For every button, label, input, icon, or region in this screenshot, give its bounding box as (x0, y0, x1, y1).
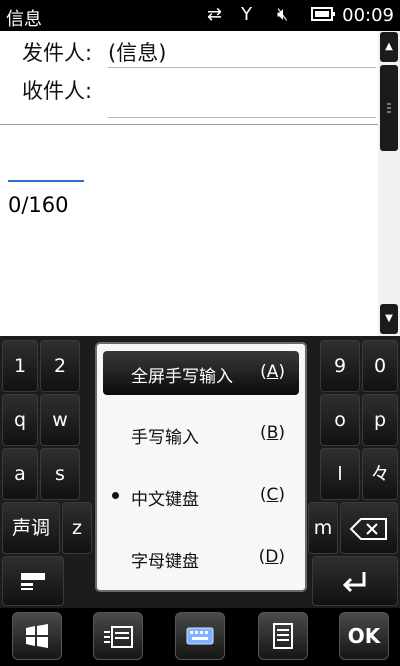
menu-item-fullscreen-handwriting[interactable]: 全屏手写输入 (A) (103, 351, 299, 395)
app-title: 信息 (6, 9, 42, 30)
enter-key[interactable] (312, 556, 398, 606)
keyboard-button[interactable] (175, 612, 225, 660)
notes-button[interactable] (258, 612, 308, 660)
char-counter: 0/160 (8, 193, 69, 217)
key-p[interactable]: p (362, 394, 398, 446)
keyboard-mode-key[interactable] (2, 556, 64, 606)
status-bar: 信息 ⇄ Y 🔇︎ 00:09 (0, 0, 400, 31)
start-button[interactable] (12, 612, 62, 660)
keyboard-icon (186, 627, 214, 645)
message-menu-icon (104, 626, 133, 648)
bottom-softkey-bar: OK (0, 608, 400, 666)
menu-item-chinese-keyboard[interactable]: 中文键盘 (C) (103, 474, 299, 518)
key-z[interactable]: z (62, 502, 92, 554)
clock: 00:09 (342, 5, 394, 26)
key-w[interactable]: w (40, 394, 80, 446)
notes-icon (273, 623, 293, 649)
battery-icon (311, 5, 337, 28)
header-separator (0, 124, 378, 125)
key-q[interactable]: q (2, 394, 38, 446)
scroll-thumb[interactable] (380, 65, 398, 151)
key-a[interactable]: a (2, 448, 38, 500)
speaker-muted-icon: 🔇︎ (277, 4, 289, 25)
checked-bullet-icon (112, 492, 119, 499)
windows-start-icon (26, 624, 48, 648)
key-0[interactable]: 0 (362, 340, 398, 392)
backspace-key[interactable] (340, 502, 398, 554)
backspace-icon (349, 518, 387, 540)
key-tone[interactable]: 声调 (2, 502, 60, 554)
message-body-input[interactable] (8, 180, 84, 182)
key-repeat-mark[interactable]: 々 (362, 448, 398, 500)
scroll-up-button[interactable]: ▲ (380, 32, 398, 62)
key-o[interactable]: o (320, 394, 360, 446)
signal-icon: Y (241, 4, 252, 25)
data-transfer-icon: ⇄ (207, 4, 223, 25)
to-input[interactable] (108, 83, 376, 118)
input-method-menu: 全屏手写输入 (A) 手写输入 (B) 中文键盘 (C) 字母键盘 (D) (95, 342, 307, 592)
to-label: 收件人: (22, 79, 93, 103)
key-1[interactable]: 1 (2, 340, 38, 392)
compose-area: 发件人: (信息) 收件人: 0/160 ▲ ▼ (0, 31, 400, 336)
menu-item-letter-keyboard[interactable]: 字母键盘 (D) (103, 536, 299, 580)
key-s[interactable]: s (40, 448, 80, 500)
key-l[interactable]: l (320, 448, 360, 500)
keyboard-mode-icon (21, 573, 45, 590)
enter-icon (342, 572, 366, 593)
from-underline (108, 67, 376, 68)
scroll-down-button[interactable]: ▼ (380, 304, 398, 334)
ok-button[interactable]: OK (339, 612, 389, 660)
from-value: (信息) (108, 41, 167, 65)
menu-item-handwriting[interactable]: 手写输入 (B) (103, 412, 299, 456)
scrollbar[interactable]: ▲ ▼ (378, 31, 400, 336)
key-2[interactable]: 2 (40, 340, 80, 392)
key-m[interactable]: m (308, 502, 338, 554)
key-9[interactable]: 9 (320, 340, 360, 392)
message-menu-button[interactable] (93, 612, 143, 660)
from-label: 发件人: (22, 41, 93, 65)
